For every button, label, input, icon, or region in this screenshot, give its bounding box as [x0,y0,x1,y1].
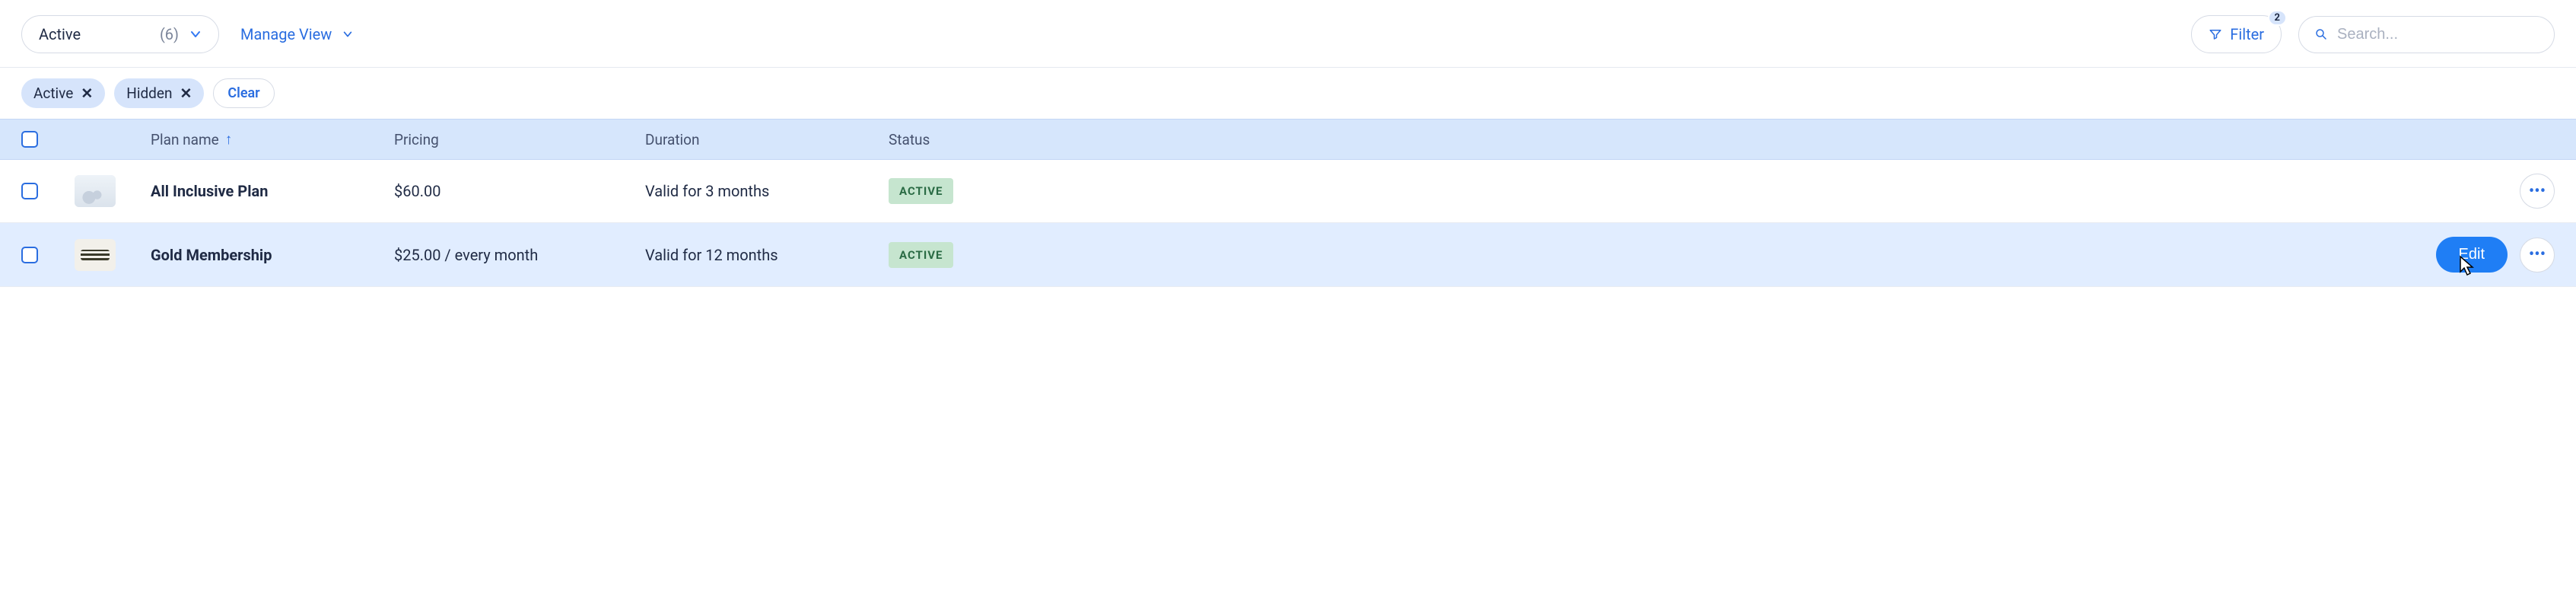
search-icon [2314,27,2328,41]
plan-name: All Inclusive Plan [151,182,394,200]
manage-view-button[interactable]: Manage View [236,18,358,51]
plans-table: Plan name ↑ Pricing Duration Status All … [0,119,2576,287]
manage-view-label: Manage View [240,25,332,43]
column-duration[interactable]: Duration [645,131,889,148]
plan-duration: Valid for 3 months [645,182,889,200]
chevron-down-icon [342,29,353,40]
row-more-button[interactable]: ••• [2520,174,2555,209]
table-row[interactable]: All Inclusive Plan $60.00 Valid for 3 mo… [0,160,2576,223]
sort-asc-icon: ↑ [225,130,233,148]
plan-thumbnail [75,175,116,207]
status-badge: ACTIVE [889,242,953,268]
plan-name: Gold Membership [151,246,394,264]
column-status[interactable]: Status [889,131,1079,148]
plan-thumbnail [75,239,116,271]
filter-chips-row: Active ✕ Hidden ✕ Clear [0,68,2576,119]
filter-chip-label: Hidden [126,84,172,102]
column-plan-name[interactable]: Plan name ↑ [151,130,394,148]
status-badge: ACTIVE [889,178,953,204]
toolbar: Active (6) Manage View Filter 2 [0,0,2576,68]
clear-label: Clear [227,85,259,101]
filter-chip-label: Active [33,84,73,102]
more-icon: ••• [2529,245,2546,264]
plan-duration: Valid for 12 months [645,246,889,264]
plan-pricing: $60.00 [394,182,645,200]
chevron-down-icon [189,28,202,40]
table-header: Plan name ↑ Pricing Duration Status [0,119,2576,160]
filter-count-badge: 2 [2268,10,2287,26]
row-more-button[interactable]: ••• [2520,238,2555,273]
clear-filters-button[interactable]: Clear [213,78,274,108]
view-selector-label: Active [39,25,149,43]
filter-button[interactable]: Filter 2 [2191,15,2282,53]
select-all-checkbox[interactable] [21,131,38,148]
filter-chip-hidden[interactable]: Hidden ✕ [114,78,204,108]
edit-button[interactable]: Edit [2436,237,2508,273]
filter-label: Filter [2230,25,2264,43]
search-input[interactable] [2337,26,2539,43]
search-field-wrap[interactable] [2298,16,2555,53]
row-checkbox[interactable] [21,247,38,263]
view-selector[interactable]: Active (6) [21,15,219,53]
table-row[interactable]: Gold Membership $25.00 / every month Val… [0,223,2576,287]
column-pricing[interactable]: Pricing [394,131,645,148]
row-checkbox[interactable] [21,183,38,199]
remove-chip-icon[interactable]: ✕ [180,84,192,102]
filter-chip-active[interactable]: Active ✕ [21,78,105,108]
view-selector-count: (6) [160,25,179,43]
plan-pricing: $25.00 / every month [394,246,645,264]
filter-icon [2209,27,2222,41]
remove-chip-icon[interactable]: ✕ [81,84,93,102]
more-icon: ••• [2529,182,2546,201]
